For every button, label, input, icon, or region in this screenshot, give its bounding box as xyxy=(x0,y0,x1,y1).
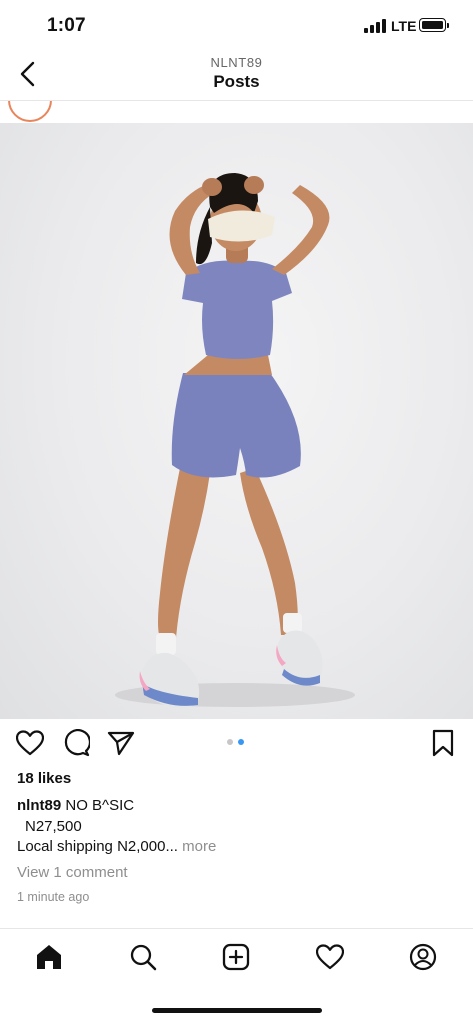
more-link[interactable]: more xyxy=(182,838,216,855)
battery-icon xyxy=(419,18,449,32)
profile-icon xyxy=(409,943,437,971)
nav-header: NLNT89 Posts xyxy=(0,50,473,100)
cellular-signal-icon xyxy=(364,19,386,33)
heart-icon xyxy=(316,944,344,970)
likes-count[interactable]: 18 likes xyxy=(17,770,71,787)
view-comments-link[interactable]: View 1 comment xyxy=(17,864,128,881)
caption-text: NO B^SIC xyxy=(65,797,135,814)
post-image[interactable] xyxy=(0,123,473,719)
plus-square-icon xyxy=(222,943,250,971)
paper-plane-icon xyxy=(107,731,135,756)
bookmark-icon xyxy=(432,729,454,757)
carousel-indicator xyxy=(227,739,249,747)
comment-bubble-icon xyxy=(64,729,90,757)
tab-home[interactable] xyxy=(31,939,67,975)
home-indicator[interactable] xyxy=(152,1008,322,1013)
heart-icon xyxy=(16,730,44,756)
caption-shipping-line: Local shipping N2,000... more xyxy=(17,838,216,855)
status-bar: 1:07 LTE xyxy=(0,0,473,50)
divider xyxy=(0,100,473,101)
tab-profile[interactable] xyxy=(405,939,441,975)
caption-price: N27,500 xyxy=(25,818,82,835)
tab-activity[interactable] xyxy=(312,939,348,975)
network-type: LTE xyxy=(391,18,417,34)
post-actions xyxy=(0,725,473,761)
comment-button[interactable] xyxy=(61,728,91,758)
caption: nlnt89 NO B^SIC xyxy=(17,797,134,814)
post-timestamp: 1 minute ago xyxy=(17,890,90,904)
carousel-dot-active xyxy=(238,739,244,745)
model-photo xyxy=(115,173,355,709)
tab-search[interactable] xyxy=(125,939,161,975)
search-icon xyxy=(130,944,157,971)
like-button[interactable] xyxy=(15,728,45,758)
header-username: NLNT89 xyxy=(210,55,263,70)
caption-username[interactable]: nlnt89 xyxy=(17,797,61,814)
save-button[interactable] xyxy=(428,728,458,758)
carousel-dot xyxy=(227,739,233,745)
home-icon xyxy=(37,945,61,969)
caption-shipping: Local shipping N2,000... xyxy=(17,838,178,855)
status-time: 1:07 xyxy=(47,15,86,36)
tab-create[interactable] xyxy=(218,939,254,975)
share-button[interactable] xyxy=(106,728,136,758)
page-title: Posts xyxy=(213,72,260,91)
